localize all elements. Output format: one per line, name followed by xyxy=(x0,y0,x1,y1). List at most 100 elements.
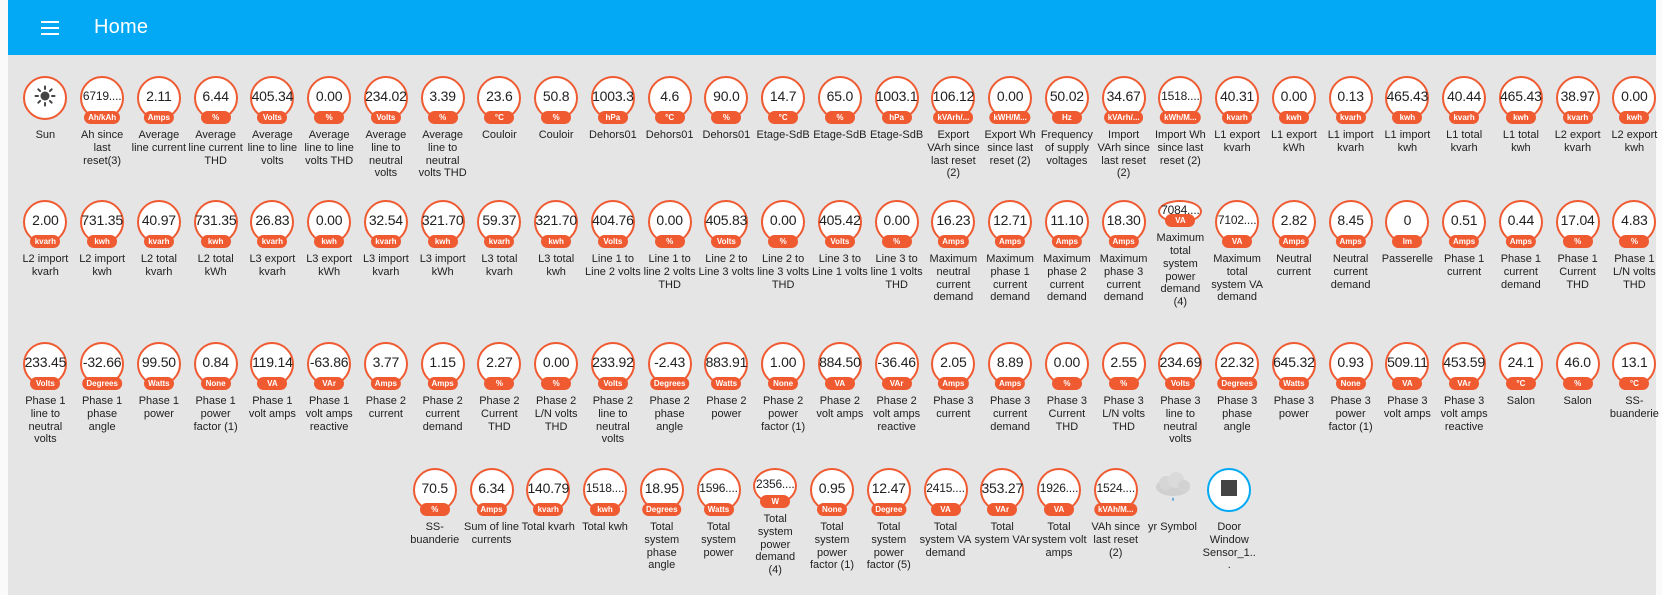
badge-l1-total-kvarh[interactable]: 40.44 kvarh L1 total kvarh xyxy=(1436,55,1493,185)
badge-maximum-phase-3-current-demand[interactable]: 18.30 Amps Maximum phase 3 current demand xyxy=(1095,179,1152,309)
badge-passerelle[interactable]: 0 lm Passerelle xyxy=(1379,179,1436,309)
badge-etage-sdb[interactable]: 14.7 °C Etage-SdB xyxy=(755,55,812,185)
badge-etage-sdb[interactable]: 65.0% Etage-SdB xyxy=(812,55,869,185)
badge-l2-total-kvarh[interactable]: 40.97 kvarh L2 total kvarh xyxy=(131,179,188,309)
badge-line-2-to-line-3-volts[interactable]: 405.83 Volts Line 2 to Line 3 volts xyxy=(698,179,755,309)
badge-line-1-to-line-2-volts[interactable]: 404.76 Volts Line 1 to Line 2 volts xyxy=(585,179,642,309)
badge-total-system-volt-amps[interactable]: 1926.... VA Total system volt amps xyxy=(1031,447,1088,577)
badge-line-2-to-line-3-volts-thd[interactable]: 0.00% Line 2 to line 3 volts THD xyxy=(755,179,812,309)
badge-average-line-to-neutral-volts[interactable]: 234.02 Volts Average line to neutral volts xyxy=(358,55,415,185)
badge-sun[interactable]: Sun xyxy=(17,55,74,185)
badge-phase-1-current-demand[interactable]: 0.44 Amps Phase 1 current demand xyxy=(1493,179,1550,309)
badge-l1-export-kvarh[interactable]: 40.31 kvarh L1 export kvarh xyxy=(1209,55,1266,185)
badge-dehors01[interactable]: 4.6 °C Dehors01 xyxy=(641,55,698,185)
badge-neutral-current[interactable]: 2.82 Amps Neutral current xyxy=(1266,179,1323,309)
badge-average-line-current-thd[interactable]: 6.44% Average line current THD xyxy=(187,55,244,185)
badge-couloir[interactable]: 50.8% Couloir xyxy=(528,55,585,185)
badge-total-kvarh[interactable]: 140.79 kvarh Total kvarh xyxy=(520,447,577,577)
badge-phase-2-power-factor-1[interactable]: 1.00 None Phase 2 power factor (1) xyxy=(755,321,812,451)
badge-phase-1-volt-amps[interactable]: 119.14 VA Phase 1 volt amps xyxy=(244,321,301,451)
badge-maximum-total-system-va-demand[interactable]: 7102.... VA Maximum total system VA demand xyxy=(1209,179,1266,309)
badge-yr-symbol[interactable]: yr Symbol xyxy=(1144,447,1201,577)
badge-phase-2-current[interactable]: 3.77 Amps Phase 2 current xyxy=(358,321,415,451)
badge-l2-export-kwh[interactable]: 0.00 kwh L2 export kwh xyxy=(1606,55,1662,185)
badge-maximum-total-system-power-demand-4[interactable]: 7084.... VA Maximum total system power dem… xyxy=(1152,179,1209,309)
badge-import-wh-since-last-reset-2[interactable]: 1518.... kWh/M... Import Wh since last res… xyxy=(1152,55,1209,185)
badge-ah-since-last-reset-3[interactable]: 6719.... Ah/kAh Ah since last reset(3) xyxy=(74,55,131,185)
badge-export-wh-since-last-reset-2[interactable]: 0.00 kWH/M... Export Wh since last reset (… xyxy=(982,55,1039,185)
badge-total-system-power-factor-5[interactable]: 12.47 Degree Total system power factor (5) xyxy=(860,447,917,577)
badge-average-line-to-line-volts[interactable]: 405.34 Volts Average line to line volts xyxy=(244,55,301,185)
badge-phase-1-phase-angle[interactable]: -32.66 Degrees Phase 1 phase angle xyxy=(74,321,131,451)
badge-ss-buanderie[interactable]: 13.1 °C SS-buanderie xyxy=(1606,321,1662,451)
badge-phase-3-phase-angle[interactable]: 22.32 Degrees Phase 3 phase angle xyxy=(1209,321,1266,451)
badge-door-window-sensor-1[interactable]: Door Window Sensor_1... xyxy=(1201,447,1258,577)
badge-l3-import-kvarh[interactable]: 32.54 kvarh L3 import kvarh xyxy=(358,179,415,309)
badge-phase-1-current-thd[interactable]: 17.04% Phase 1 Current THD xyxy=(1549,179,1606,309)
badge-dehors01[interactable]: 1003.3 hPa Dehors01 xyxy=(585,55,642,185)
badge-l1-import-kwh[interactable]: 465.43 kwh L1 import kwh xyxy=(1379,55,1436,185)
badge-line-1-to-line-2-volts-thd[interactable]: 0.00% Line 1 to line 2 volts THD xyxy=(641,179,698,309)
badge-dehors01[interactable]: 90.0% Dehors01 xyxy=(698,55,755,185)
badge-phase-1-l-n-volts-thd[interactable]: 4.83% Phase 1 L/N volts THD xyxy=(1606,179,1662,309)
badge-average-line-to-neutral-volts-thd[interactable]: 3.39% Average line to neutral volts THD xyxy=(414,55,471,185)
menu-button[interactable] xyxy=(28,6,72,50)
badge-total-system-power-demand-4[interactable]: 2356.... W Total system power demand (4) xyxy=(747,447,804,577)
badge-l1-total-kwh[interactable]: 465.43 kwh L1 total kwh xyxy=(1493,55,1550,185)
badge-etage-sdb[interactable]: 1003.1 hPa Etage-SdB xyxy=(868,55,925,185)
badge-l3-total-kvarh[interactable]: 59.37 kvarh L3 total kvarh xyxy=(471,179,528,309)
badge-phase-3-current[interactable]: 2.05 Amps Phase 3 current xyxy=(925,321,982,451)
badge-total-kwh[interactable]: 1518.... kwh Total kwh xyxy=(577,447,634,577)
badge-phase-3-volt-amps[interactable]: 509.11 VA Phase 3 volt amps xyxy=(1379,321,1436,451)
badge-phase-1-line-to-neutral-volts[interactable]: 233.45 Volts Phase 1 line to neutral volts xyxy=(17,321,74,451)
badge-phase-2-volt-amps-reactive[interactable]: -36.46 VAr Phase 2 volt amps reactive xyxy=(868,321,925,451)
badge-phase-3-current-thd[interactable]: 0.00% Phase 3 Current THD xyxy=(1039,321,1096,451)
badge-average-line-current[interactable]: 2.11 Amps Average line current xyxy=(131,55,188,185)
badge-line-3-to-line-1-volts[interactable]: 405.42 Volts Line 3 to Line 1 volts xyxy=(812,179,869,309)
badge-total-system-va-demand[interactable]: 2415.... VA Total system VA demand xyxy=(917,447,974,577)
badge-phase-3-volt-amps-reactive[interactable]: 453.59 VAr Phase 3 volt amps reactive xyxy=(1436,321,1493,451)
badge-phase-1-current[interactable]: 0.51 Amps Phase 1 current xyxy=(1436,179,1493,309)
badge-vah-since-last-reset-2[interactable]: 1524.... kVAh/M... VAh since last reset (2… xyxy=(1087,447,1144,577)
badge-l3-import-kwh[interactable]: 321.70 kwh L3 import kWh xyxy=(414,179,471,309)
badge-l2-total-kwh[interactable]: 731.35 kwh L2 total kWh xyxy=(187,179,244,309)
badge-phase-3-power-factor-1[interactable]: 0.93 None Phase 3 power factor (1) xyxy=(1322,321,1379,451)
badge-total-system-phase-angle[interactable]: 18.95 Degrees Total system phase angle xyxy=(633,447,690,577)
badge-total-system-power-factor-1[interactable]: 0.95 None Total system power factor (1) xyxy=(804,447,861,577)
badge-phase-2-current-demand[interactable]: 1.15 Amps Phase 2 current demand xyxy=(414,321,471,451)
badge-sum-of-line-currents[interactable]: 6.34 Amps Sum of line currents xyxy=(463,447,520,577)
badge-l2-import-kwh[interactable]: 731.35 kwh L2 import kwh xyxy=(74,179,131,309)
badge-phase-2-power[interactable]: 883.91 Watts Phase 2 power xyxy=(698,321,755,451)
badge-phase-2-phase-angle[interactable]: -2.43 Degrees Phase 2 phase angle xyxy=(641,321,698,451)
badge-l3-total-kwh[interactable]: 321.70 kwh L3 total kwh xyxy=(528,179,585,309)
badge-phase-1-power-factor-1[interactable]: 0.84 None Phase 1 power factor (1) xyxy=(187,321,244,451)
badge-salon[interactable]: 46.0% Salon xyxy=(1549,321,1606,451)
badge-total-system-var[interactable]: 353.27 VAr Total system VAr xyxy=(974,447,1031,577)
badge-frequency-of-supply-voltages[interactable]: 50.02 Hz Frequency of supply voltages xyxy=(1039,55,1096,185)
badge-ss-buanderie[interactable]: 70.5% SS-buanderie xyxy=(406,447,463,577)
badge-total-system-power[interactable]: 1596.... Watts Total system power xyxy=(690,447,747,577)
badge-phase-2-volt-amps[interactable]: 884.50 VA Phase 2 volt amps xyxy=(812,321,869,451)
badge-phase-3-l-n-volts-thd[interactable]: 2.55% Phase 3 L/N volts THD xyxy=(1095,321,1152,451)
badge-maximum-phase-1-current-demand[interactable]: 12.71 Amps Maximum phase 1 current demand xyxy=(982,179,1039,309)
badge-maximum-phase-2-current-demand[interactable]: 11.10 Amps Maximum phase 2 current demand xyxy=(1039,179,1096,309)
badge-l3-export-kwh[interactable]: 0.00 kwh L3 export kWh xyxy=(301,179,358,309)
badge-phase-2-line-to-neutral-volts[interactable]: 233.92 Volts Phase 2 line to neutral volts xyxy=(585,321,642,451)
badge-phase-3-power[interactable]: 645.32 Watts Phase 3 power xyxy=(1266,321,1323,451)
badge-phase-3-line-to-neutral-volts[interactable]: 234.69 Volts Phase 3 line to neutral volts xyxy=(1152,321,1209,451)
badge-average-line-to-line-volts-thd[interactable]: 0.00% Average line to line volts THD xyxy=(301,55,358,185)
badge-l1-export-kwh[interactable]: 0.00 kwh L1 export kWh xyxy=(1266,55,1323,185)
badge-neutral-current-demand[interactable]: 8.45 Amps Neutral current demand xyxy=(1322,179,1379,309)
badge-phase-2-current-thd[interactable]: 2.27% Phase 2 Current THD xyxy=(471,321,528,451)
badge-line-3-to-line-1-volts-thd[interactable]: 0.00% Line 3 to line 1 volts THD xyxy=(868,179,925,309)
badge-export-varh-since-last-reset-2[interactable]: 106.12 kVArh/... Export VArh since last re… xyxy=(925,55,982,185)
badge-maximum-neutral-current-demand[interactable]: 16.23 Amps Maximum neutral current demand xyxy=(925,179,982,309)
badge-import-varh-since-last-reset-2[interactable]: 34.67 kVArh/... Import VArh since last res… xyxy=(1095,55,1152,185)
badge-phase-1-volt-amps-reactive[interactable]: -63.86 VAr Phase 1 volt amps reactive xyxy=(301,321,358,451)
badge-l1-import-kvarh[interactable]: 0.13 kvarh L1 import kvarh xyxy=(1322,55,1379,185)
badge-salon[interactable]: 24.1 °C Salon xyxy=(1493,321,1550,451)
badge-phase-3-current-demand[interactable]: 8.89 Amps Phase 3 current demand xyxy=(982,321,1039,451)
badge-couloir[interactable]: 23.6 °C Couloir xyxy=(471,55,528,185)
badge-phase-2-l-n-volts-thd[interactable]: 0.00% Phase 2 L/N volts THD xyxy=(528,321,585,451)
badge-l3-export-kvarh[interactable]: 26.83 kvarh L3 export kvarh xyxy=(244,179,301,309)
